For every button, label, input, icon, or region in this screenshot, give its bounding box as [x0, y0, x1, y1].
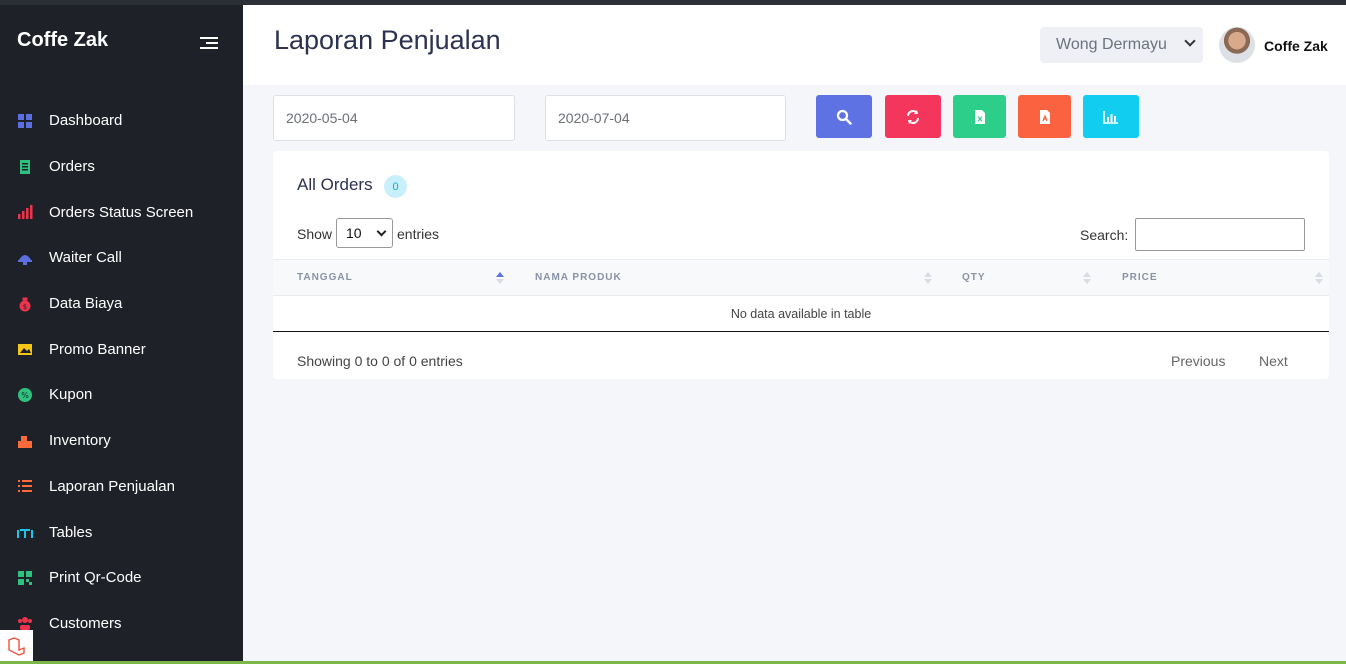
page-title: Laporan Penjualan — [274, 25, 501, 55]
sort-icon[interactable] — [1082, 270, 1092, 286]
table-search-input[interactable] — [1135, 218, 1305, 251]
search-icon — [836, 109, 852, 125]
sidebar-nav: Dashboard Orders Orders Status Screen Wa… — [0, 98, 243, 646]
sidebar-item-laporan-penjualan[interactable]: Laporan Penjualan — [0, 464, 243, 510]
export-excel-button[interactable]: X — [953, 95, 1006, 138]
qrcode-icon — [16, 569, 34, 587]
column-header-qty[interactable]: QTY — [962, 272, 986, 283]
search-label: Search: — [1080, 227, 1129, 243]
page-length-select[interactable]: 10 — [336, 218, 393, 248]
sidebar-item-label: Tables — [49, 523, 93, 541]
chart-icon — [1103, 110, 1118, 124]
refresh-button[interactable] — [885, 95, 941, 138]
entries-label: entries — [397, 226, 440, 242]
sidebar-item-dashboard[interactable]: Dashboard — [0, 98, 243, 144]
search-button[interactable] — [816, 95, 872, 138]
grid-icon — [16, 112, 34, 130]
orders-card: All Orders 0 Show 10 entries Search: TAN… — [273, 151, 1329, 379]
sidebar: Coffe Zak Dashboard Orders Orders Status… — [0, 5, 243, 661]
sidebar-item-tables[interactable]: Tables — [0, 509, 243, 555]
chart-button[interactable] — [1083, 95, 1139, 138]
sidebar-item-waiter-call[interactable]: Waiter Call — [0, 235, 243, 281]
table-header: TANGGAL NAMA PRODUK QTY PRICE — [273, 259, 1329, 296]
table-row: No data available in table — [273, 296, 1329, 332]
sidebar-item-label: Customers — [49, 614, 122, 632]
branch-select-value: Wong Dermayu — [1056, 36, 1167, 53]
sidebar-item-label: Orders Status Screen — [49, 203, 194, 221]
export-pdf-button[interactable] — [1018, 95, 1071, 138]
top-header: Laporan Penjualan Wong Dermayu Coffe Zak — [243, 5, 1346, 85]
sidebar-item-label: Kupon — [49, 386, 93, 404]
count-badge: 0 — [384, 175, 407, 198]
sidebar-item-inventory[interactable]: Inventory — [0, 418, 243, 464]
chevron-down-icon — [1184, 35, 1196, 47]
sort-icon[interactable] — [923, 270, 933, 286]
svg-text:%: % — [21, 391, 29, 400]
refresh-icon — [907, 109, 919, 124]
card-title: All Orders — [297, 175, 373, 194]
date-from-input[interactable] — [273, 95, 515, 141]
sort-icon[interactable] — [1314, 270, 1324, 286]
date-to-input[interactable] — [545, 95, 786, 141]
table-info: Showing 0 to 0 of 0 entries — [297, 353, 463, 369]
empty-table-message: No data available in table — [730, 307, 872, 321]
image-icon — [16, 340, 34, 358]
sidebar-item-label: Data Biaya — [49, 295, 123, 313]
sort-asc-icon[interactable] — [495, 270, 505, 286]
branch-select[interactable]: Wong Dermayu — [1040, 27, 1203, 63]
column-header-price[interactable]: PRICE — [1122, 272, 1158, 283]
show-label: Show — [297, 226, 333, 242]
user-name[interactable]: Coffe Zak — [1264, 38, 1328, 54]
sidebar-item-label: Print Qr-Code — [49, 569, 142, 587]
sidebar-item-label: Inventory — [49, 432, 111, 450]
sidebar-item-label: Orders — [49, 158, 95, 176]
pdf-icon — [1039, 109, 1050, 124]
sidebar-item-promo-banner[interactable]: Promo Banner — [0, 326, 243, 372]
sidebar-item-label: Promo Banner — [49, 340, 146, 358]
chevron-down-icon — [376, 226, 387, 237]
column-header-nama-produk[interactable]: NAMA PRODUK — [535, 272, 622, 283]
laravel-logo-icon — [0, 630, 33, 661]
sidebar-item-customers[interactable]: Customers — [0, 601, 243, 647]
brand-name: Coffe Zak — [17, 29, 109, 51]
sidebar-item-orders-status-screen[interactable]: Orders Status Screen — [0, 189, 243, 235]
sidebar-item-print-qr-code[interactable]: Print Qr-Code — [0, 555, 243, 601]
next-page-button[interactable]: Next — [1259, 353, 1288, 369]
list-icon — [16, 477, 34, 495]
sidebar-item-orders[interactable]: Orders — [0, 144, 243, 190]
sidebar-item-label: Waiter Call — [49, 249, 122, 267]
receipt-icon — [16, 158, 34, 176]
page-length-value: 10 — [346, 225, 362, 241]
table-icon — [16, 523, 34, 541]
sidebar-item-label: Dashboard — [49, 112, 123, 130]
sidebar-item-label: Laporan Penjualan — [49, 477, 175, 495]
coupon-icon: % — [16, 386, 34, 404]
bar-chart-icon — [16, 203, 34, 221]
money-bag-icon: $ — [16, 295, 34, 313]
avatar[interactable] — [1219, 27, 1255, 63]
column-header-tanggal[interactable]: TANGGAL — [297, 272, 353, 283]
excel-icon: X — [974, 109, 985, 124]
sidebar-item-kupon[interactable]: % Kupon — [0, 372, 243, 418]
previous-page-button[interactable]: Previous — [1171, 353, 1225, 369]
menu-toggle-icon[interactable] — [200, 37, 218, 51]
svg-text:X: X — [977, 115, 983, 123]
svg-text:$: $ — [23, 303, 27, 311]
sidebar-item-data-biaya[interactable]: $ Data Biaya — [0, 281, 243, 327]
inventory-icon — [16, 432, 34, 450]
bell-icon — [16, 249, 34, 267]
